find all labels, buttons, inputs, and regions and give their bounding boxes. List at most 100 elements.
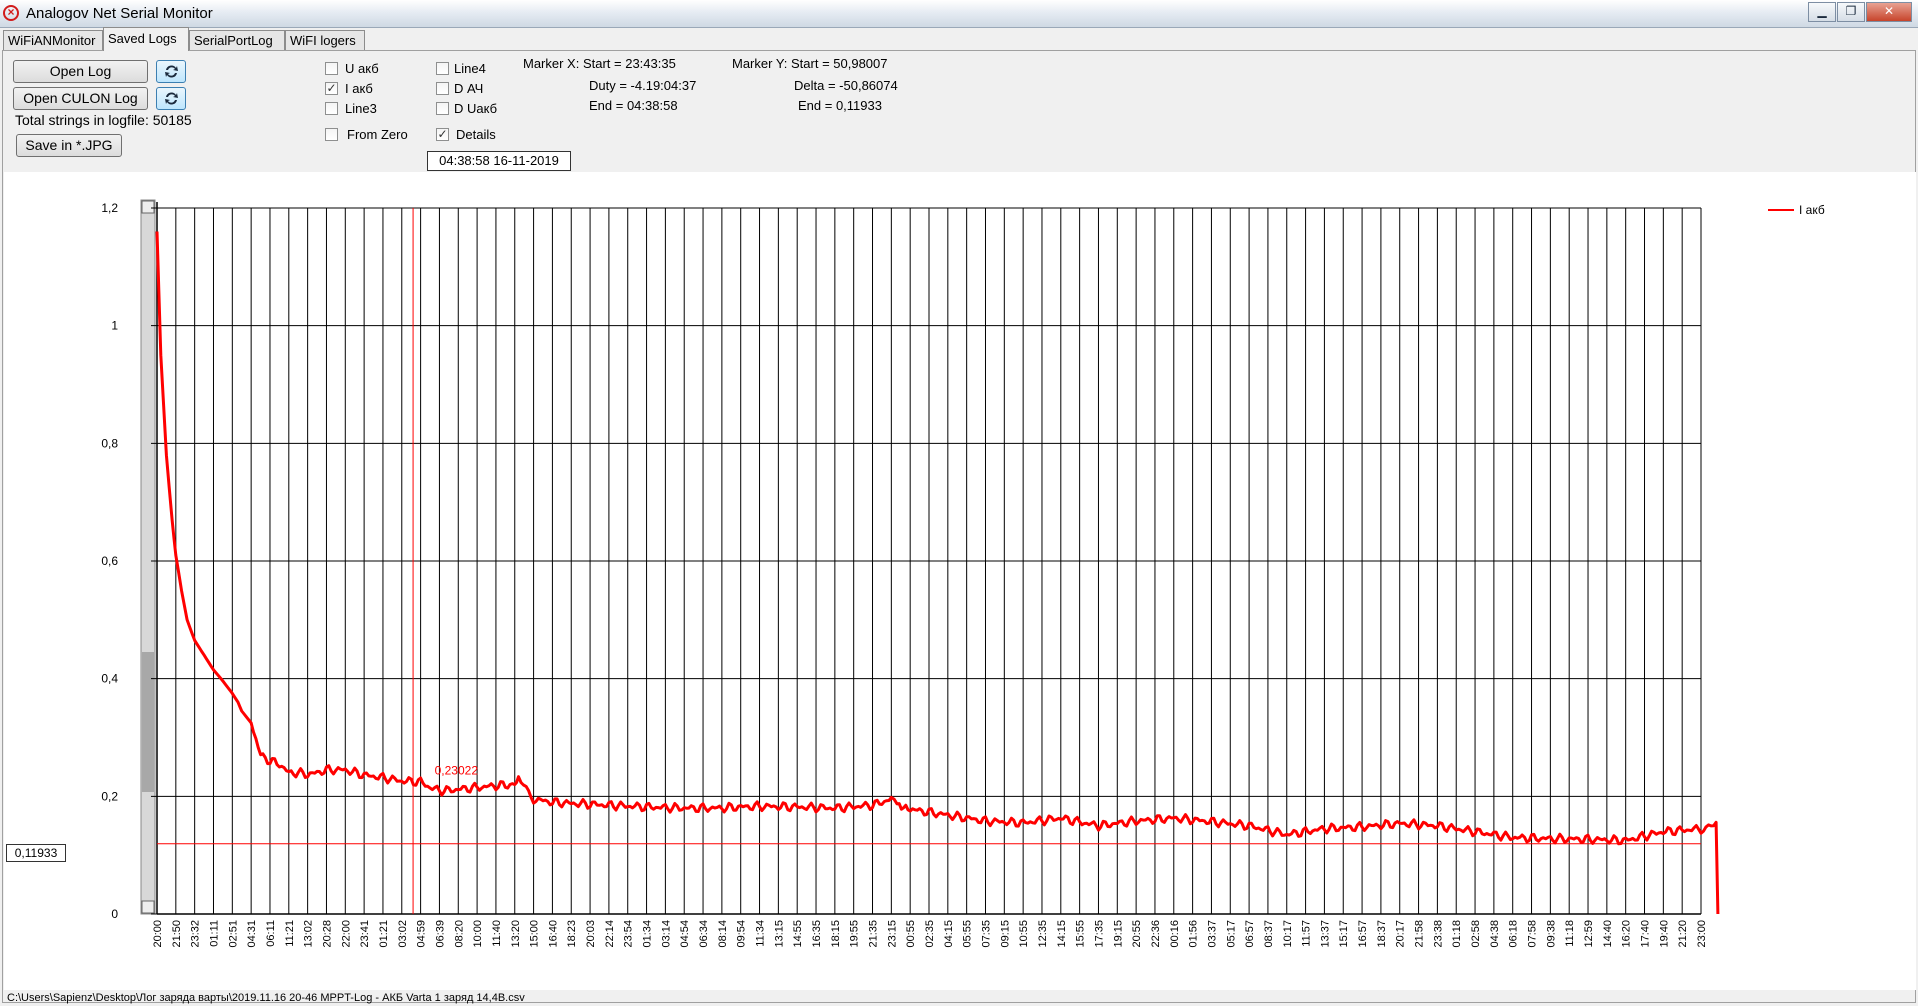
x-tick-label: 14:15 — [1056, 920, 1068, 948]
x-tick-label: 06:18 — [1508, 920, 1520, 948]
x-tick-label: 18:37 — [1376, 920, 1388, 948]
x-tick-label: 09:38 — [1545, 920, 1557, 948]
x-tick-label: 01:21 — [378, 920, 390, 948]
checkbox-i-akb-label: I акб — [345, 81, 373, 96]
checkbox-line3-label: Line3 — [345, 101, 377, 116]
chart-scrollbar-thumb[interactable] — [142, 652, 154, 792]
x-tick-label: 15:55 — [1075, 920, 1087, 948]
x-tick-label: 13:20 — [510, 920, 522, 948]
refresh-culon-log-button[interactable] — [156, 87, 186, 110]
x-tick-label: 18:23 — [566, 920, 578, 948]
scroll-down-icon[interactable] — [141, 900, 155, 914]
checkbox-d-uakb-label: D Uакб — [454, 101, 498, 116]
x-tick-label: 02:51 — [227, 920, 239, 948]
x-tick-label: 06:57 — [1244, 920, 1256, 948]
refresh-log-button[interactable] — [156, 60, 186, 83]
window-controls: ▁ ❐ ✕ — [1807, 2, 1912, 24]
checkbox-details[interactable]: ✓ — [436, 128, 449, 141]
x-tick-label: 18:15 — [830, 920, 842, 948]
x-tick-label: 02:35 — [924, 920, 936, 948]
x-tick-label: 04:15 — [943, 920, 955, 948]
x-tick-label: 20:55 — [1131, 920, 1143, 948]
marker-x-end: End = 04:38:58 — [589, 98, 678, 113]
x-tick-label: 23:41 — [359, 920, 371, 948]
y-tick-label: 0 — [111, 907, 118, 921]
checkbox-u-akb-label: U акб — [345, 61, 379, 76]
tab-wifi-logers[interactable]: WiFI logers — [285, 30, 365, 50]
x-tick-label: 10:17 — [1282, 920, 1294, 948]
status-file-path: C:\Users\Sapienz\Desktop\Лог заряда варт… — [7, 992, 525, 1004]
x-tick-label: 03:14 — [660, 920, 672, 948]
chart-scrollbar[interactable] — [140, 199, 156, 915]
x-tick-label: 12:59 — [1583, 920, 1595, 948]
x-tick-label: 05:55 — [962, 920, 974, 948]
y-tick-label: 0,6 — [101, 554, 118, 568]
x-tick-label: 11:57 — [1301, 920, 1313, 947]
x-tick-label: 03:37 — [1206, 920, 1218, 948]
x-tick-label: 16:57 — [1357, 920, 1369, 948]
tab-saved-logs[interactable]: Saved Logs — [103, 27, 189, 51]
chart-area[interactable]: 20:00 21:50 23:32 01:11 02:51 04:31 06:11 11:21… — [4, 172, 1916, 990]
x-tick-label: 20:03 — [585, 920, 597, 948]
checkbox-line4[interactable] — [436, 62, 449, 75]
y-tick-label: 0,2 — [101, 789, 118, 803]
tab-serialportlog[interactable]: SerialPortLog — [189, 30, 285, 50]
save-jpg-button[interactable]: Save in *.JPG — [16, 134, 122, 157]
x-tick-label: 16:40 — [547, 920, 559, 948]
current-chart[interactable]: 20:00 21:50 23:32 01:11 02:51 04:31 06:11 11:21… — [4, 172, 1916, 990]
x-tick-label: 11:40 — [491, 920, 503, 947]
close-icon[interactable]: ✕ — [1866, 2, 1912, 22]
x-tick-label: 21:35 — [868, 920, 880, 948]
checkbox-d-ach[interactable] — [436, 82, 449, 95]
x-tick-label: 19:40 — [1658, 920, 1670, 948]
x-tick-label: 13:37 — [1319, 920, 1331, 948]
marker-y-start: Marker Y: Start = 50,98007 — [732, 56, 888, 71]
x-tick-label: 01:18 — [1451, 920, 1463, 948]
checkbox-line3[interactable] — [325, 102, 338, 115]
x-tick-label: 23:32 — [190, 920, 202, 948]
x-tick-label: 15:00 — [529, 920, 541, 948]
marker-y-delta: Delta = -50,86074 — [794, 78, 898, 93]
x-tick-label: 12:35 — [1037, 920, 1049, 948]
x-tick-label: 13:02 — [303, 920, 315, 948]
x-tick-label: 23:54 — [623, 920, 635, 948]
y-tick-label: 1,2 — [101, 201, 118, 215]
open-culon-log-button[interactable]: Open CULON Log — [13, 87, 148, 110]
legend-label: I акб — [1799, 203, 1825, 217]
maximize-icon[interactable]: ❐ — [1837, 2, 1865, 22]
y-tick-label: 0,4 — [101, 672, 118, 686]
x-tick-label: 10:00 — [472, 920, 484, 948]
checkbox-d-uakb[interactable] — [436, 102, 449, 115]
open-log-button[interactable]: Open Log — [13, 60, 148, 83]
marker-value-box: 0,11933 — [6, 844, 66, 862]
x-tick-label: 03:02 — [397, 920, 409, 948]
cursor-datetime-box: 04:38:58 16-11-2019 — [427, 151, 571, 171]
x-tick-label: 10:55 — [1018, 920, 1030, 948]
marker-value-annotation: 0,23022 — [435, 764, 479, 778]
marker-x-start: Marker X: Start = 23:43:35 — [523, 56, 676, 71]
window-title: Analogov Net Serial Monitor — [26, 5, 213, 22]
minimize-icon[interactable]: ▁ — [1808, 2, 1836, 22]
checkbox-line4-label: Line4 — [454, 61, 486, 76]
x-tick-label: 01:56 — [1188, 920, 1200, 948]
x-tick-label: 20:28 — [321, 920, 333, 948]
refresh-icon — [165, 65, 178, 78]
scroll-up-icon[interactable] — [141, 200, 155, 214]
total-strings-label: Total strings in logfile: 50185 — [15, 112, 192, 128]
marker-y-end: End = 0,11933 — [798, 98, 882, 113]
checkbox-i-akb[interactable]: ✓ — [325, 82, 338, 95]
x-tick-label: 21:58 — [1414, 920, 1426, 948]
x-tick-label: 15:17 — [1338, 920, 1350, 948]
x-tick-label: 22:14 — [604, 920, 616, 948]
x-tick-label: 08:37 — [1263, 920, 1275, 948]
checkbox-details-label: Details — [456, 127, 496, 142]
x-tick-label: 17:35 — [1093, 920, 1105, 948]
x-tick-label: 11:34 — [755, 920, 767, 947]
app-logo-icon: × — [3, 5, 19, 21]
checkbox-u-akb[interactable] — [325, 62, 338, 75]
tab-wifianmonitor[interactable]: WiFiANMonitor — [3, 30, 103, 50]
x-tick-label: 05:17 — [1225, 920, 1237, 948]
x-tick-label: 19:15 — [1112, 920, 1124, 948]
checkbox-from-zero[interactable] — [325, 128, 338, 141]
x-tick-label: 00:55 — [905, 920, 917, 948]
